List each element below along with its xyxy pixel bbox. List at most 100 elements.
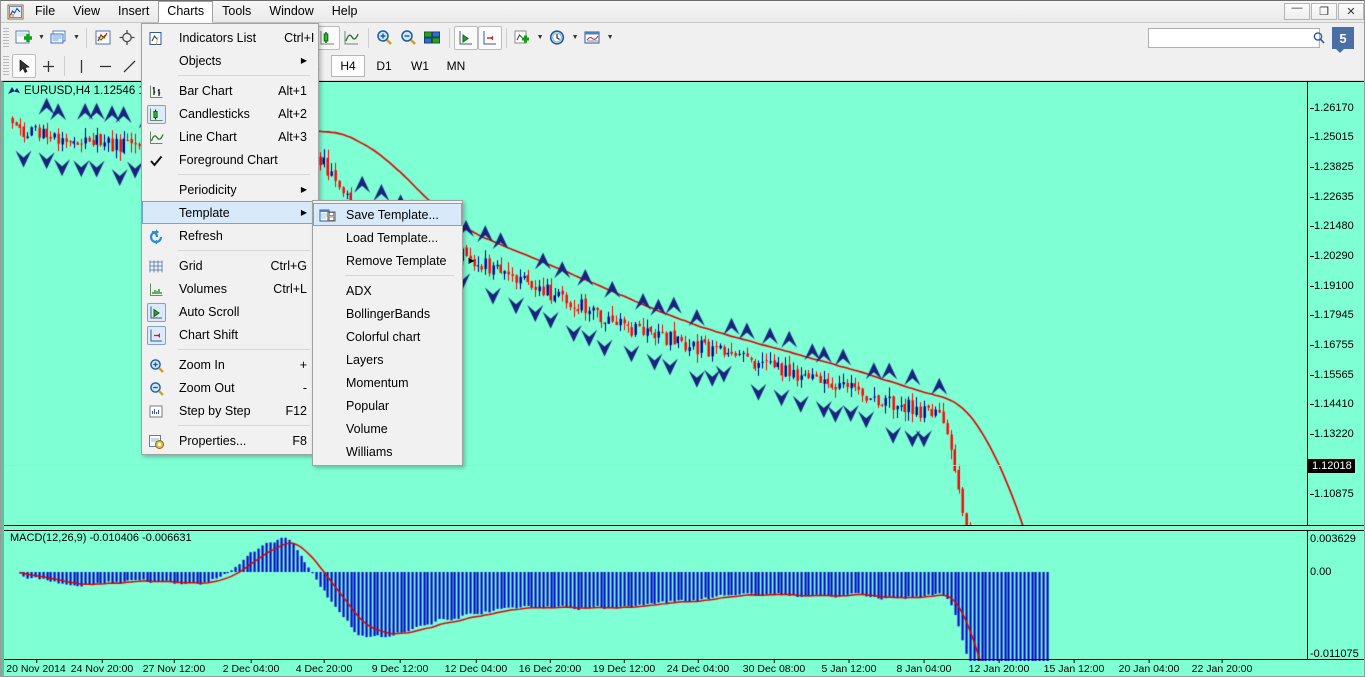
indicators-dropdown[interactable]: ▼ bbox=[535, 26, 546, 50]
line-chart-button[interactable] bbox=[340, 26, 364, 50]
charts-menu-item-label: Periodicity bbox=[179, 183, 237, 197]
search-icon[interactable] bbox=[1312, 31, 1326, 45]
template-menu-item-momentum[interactable]: Momentum bbox=[313, 371, 462, 394]
macd-tick: 0.003629 bbox=[1310, 534, 1356, 545]
zoom-out-button[interactable] bbox=[397, 26, 421, 50]
template-menu-item-popular[interactable]: Popular bbox=[313, 394, 462, 417]
template-menu-item-label: Remove Template bbox=[346, 254, 447, 268]
template-menu-item-volume[interactable]: Volume bbox=[313, 417, 462, 440]
indicators-button[interactable] bbox=[511, 26, 535, 50]
charts-menu-item-periodicity[interactable]: Periodicity▶ bbox=[142, 178, 318, 201]
price-tick: 1.25015 bbox=[1314, 132, 1354, 143]
profiles-button[interactable] bbox=[47, 26, 71, 50]
timeframe-h4[interactable]: H4 bbox=[331, 55, 365, 77]
timeframe-w1[interactable]: W1 bbox=[403, 55, 437, 77]
auto-scroll-button[interactable] bbox=[454, 26, 478, 50]
horizontal-line-button[interactable] bbox=[93, 54, 117, 78]
template-menu-item-colorful-chart[interactable]: Colorful chart bbox=[313, 325, 462, 348]
charts-menu-item-volumes[interactable]: VolumesCtrl+L bbox=[142, 277, 318, 300]
charts-menu-item-auto-scroll[interactable]: Auto Scroll bbox=[142, 300, 318, 323]
charts-menu-item-step-by-step[interactable]: Step by StepF12 bbox=[142, 399, 318, 422]
templates-button[interactable] bbox=[581, 26, 605, 50]
charts-menu[interactable]: fIndicators ListCtrl+IObjects▶ Bar ChartA… bbox=[141, 23, 319, 455]
menu-view[interactable]: View bbox=[64, 1, 109, 23]
close-button[interactable]: ✕ bbox=[1338, 3, 1364, 20]
trendline-button[interactable] bbox=[117, 54, 141, 78]
zoom-in-icon bbox=[147, 356, 166, 375]
template-menu-item-label: Volume bbox=[346, 422, 388, 436]
time-tick: 30 Dec 08:00 bbox=[743, 663, 805, 675]
metatrader-window: m FileViewInsertChartsToolsWindowHelp — … bbox=[0, 0, 1365, 677]
charts-menu-item-objects[interactable]: Objects▶ bbox=[142, 49, 318, 72]
tile-windows-button[interactable] bbox=[421, 26, 445, 50]
charts-menu-item-label: Refresh bbox=[179, 229, 223, 243]
timeframe-d1[interactable]: D1 bbox=[367, 55, 401, 77]
charts-menu-item-properties[interactable]: Properties...F8 bbox=[142, 429, 318, 452]
zoom-in-button[interactable] bbox=[373, 26, 397, 50]
search-input[interactable] bbox=[1149, 30, 1312, 46]
template-menu-item-save-template[interactable]: Save Template... bbox=[313, 203, 462, 226]
charts-menu-item-line-chart[interactable]: Line ChartAlt+3 bbox=[142, 125, 318, 148]
minimize-icon: — bbox=[1292, 2, 1303, 14]
zoom-out-icon bbox=[147, 379, 166, 398]
charts-menu-item-grid[interactable]: GridCtrl+G bbox=[142, 254, 318, 277]
profiles-dropdown[interactable]: ▼ bbox=[71, 26, 82, 50]
charts-menu-item-indicators-list[interactable]: fIndicators ListCtrl+I bbox=[142, 26, 318, 49]
template-menu-item-remove-template[interactable]: Remove Template▶ bbox=[313, 249, 462, 272]
crosshair-button[interactable] bbox=[115, 26, 139, 50]
menu-help[interactable]: Help bbox=[323, 1, 367, 23]
charts-menu-item-zoom-out[interactable]: Zoom Out- bbox=[142, 376, 318, 399]
template-menu-item-adx[interactable]: ADX bbox=[313, 279, 462, 302]
charts-menu-item-foreground-chart[interactable]: Foreground Chart bbox=[142, 148, 318, 171]
menu-insert[interactable]: Insert bbox=[109, 1, 158, 23]
vertical-line-button[interactable] bbox=[69, 54, 93, 78]
time-tick: 22 Jan 20:00 bbox=[1192, 663, 1253, 675]
charts-menu-item-bar-chart[interactable]: Bar ChartAlt+1 bbox=[142, 79, 318, 102]
charts-menu-item-label: Foreground Chart bbox=[179, 153, 278, 167]
templates-dropdown[interactable]: ▼ bbox=[605, 26, 616, 50]
periodicity-dropdown[interactable]: ▼ bbox=[570, 26, 581, 50]
template-menu-item-bollingerbands[interactable]: BollingerBands bbox=[313, 302, 462, 325]
charts-menu-item-label: Step by Step bbox=[179, 404, 251, 418]
search-box[interactable] bbox=[1148, 28, 1320, 48]
charts-menu-item-refresh[interactable]: Refresh bbox=[142, 224, 318, 247]
menu-window[interactable]: Window bbox=[260, 1, 322, 23]
price-axis[interactable]: 1.261701.250151.238251.226351.214801.202… bbox=[1307, 82, 1365, 526]
cursor-button[interactable] bbox=[12, 54, 36, 78]
template-menu-item-load-template[interactable]: Load Template... bbox=[313, 226, 462, 249]
charts-menu-item-chart-shift[interactable]: Chart Shift bbox=[142, 323, 318, 346]
template-menu-item-layers[interactable]: Layers bbox=[313, 348, 462, 371]
periodicity-button[interactable] bbox=[546, 26, 570, 50]
macd-chart-canvas[interactable] bbox=[4, 531, 1311, 661]
chart-shift-button[interactable] bbox=[478, 26, 502, 50]
charts-menu-item-accelerator: - bbox=[275, 381, 307, 395]
minimize-button[interactable]: — bbox=[1284, 3, 1310, 20]
toolbar-grip[interactable] bbox=[3, 28, 9, 48]
menu-separator bbox=[345, 275, 454, 276]
charts-menu-item-accelerator: Ctrl+L bbox=[245, 282, 307, 296]
candlestick-button[interactable] bbox=[316, 26, 340, 50]
notification-badge[interactable]: 5 bbox=[1332, 27, 1354, 49]
new-chart-button[interactable] bbox=[12, 26, 36, 50]
line-toolbar-grip[interactable] bbox=[3, 56, 9, 76]
restore-icon: ❐ bbox=[1319, 5, 1329, 18]
crosshair-tool-button[interactable] bbox=[36, 54, 60, 78]
market-watch-button[interactable] bbox=[91, 26, 115, 50]
menu-tools[interactable]: Tools bbox=[213, 1, 260, 23]
new-chart-dropdown[interactable]: ▼ bbox=[36, 26, 47, 50]
template-submenu[interactable]: Save Template...Load Template...Remove T… bbox=[312, 200, 463, 466]
template-menu-item-williams[interactable]: Williams bbox=[313, 440, 462, 463]
template-menu-item-label: Layers bbox=[346, 353, 384, 367]
menu-file[interactable]: File bbox=[26, 1, 64, 23]
price-tick: 1.17945 bbox=[1314, 310, 1354, 321]
charts-menu-item-template[interactable]: Template▶ bbox=[142, 201, 318, 224]
charts-menu-item-label: Line Chart bbox=[179, 130, 237, 144]
timeframe-mn[interactable]: MN bbox=[439, 55, 473, 77]
charts-menu-item-zoom-in[interactable]: Zoom In+ bbox=[142, 353, 318, 376]
menu-charts[interactable]: Charts bbox=[158, 1, 213, 23]
charts-menu-item-candlesticks[interactable]: CandlesticksAlt+2 bbox=[142, 102, 318, 125]
time-tick: 4 Dec 20:00 bbox=[296, 663, 353, 675]
price-tick: 1.19100 bbox=[1314, 281, 1354, 292]
restore-button[interactable]: ❐ bbox=[1311, 3, 1337, 20]
macd-axis[interactable]: 0.0036290.00-0.011075 bbox=[1307, 531, 1365, 660]
